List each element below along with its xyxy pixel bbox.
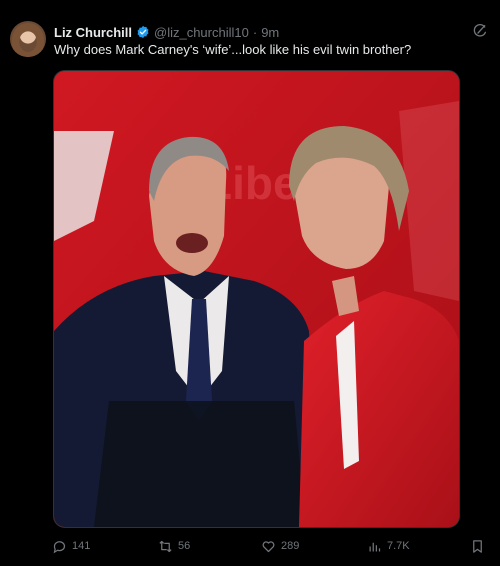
avatar-hair (12, 23, 44, 57)
post-header: Liz Churchill @liz_churchill10 · 9m (54, 23, 279, 41)
bookmark-icon (473, 539, 482, 553)
heart-icon (262, 540, 275, 552)
author-display-name[interactable]: Liz Churchill (54, 25, 132, 40)
post-container: Liz Churchill @liz_churchill10 · 9m Why … (0, 0, 500, 566)
repost-icon (159, 540, 172, 552)
view-count: 7.7K (387, 540, 410, 552)
like-count: 289 (281, 540, 300, 552)
like-button[interactable]: 289 (261, 536, 299, 556)
reply-button[interactable]: 141 (52, 536, 90, 556)
action-bar: 141 56 289 7.7K (50, 536, 490, 556)
views-button[interactable]: 7.7K (367, 536, 410, 556)
views-chart-icon (369, 542, 381, 551)
header-separator: · (252, 24, 258, 40)
photo-illustration: Libe (54, 71, 459, 527)
author-handle[interactable]: @liz_churchill10 (154, 25, 249, 40)
verified-badge-icon (137, 25, 149, 39)
repost-button[interactable]: 56 (158, 536, 190, 556)
bookmark-button[interactable] (470, 536, 485, 556)
post-timestamp[interactable]: 9m (261, 25, 279, 40)
author-avatar[interactable] (10, 21, 46, 57)
post-image[interactable]: Libe (53, 70, 460, 528)
grok-icon[interactable] (472, 23, 488, 39)
repost-count: 56 (178, 540, 191, 552)
reply-count: 141 (72, 540, 91, 552)
reply-icon (53, 540, 66, 553)
post-text: Why does Mark Carney's ‘wife’...look lik… (54, 42, 412, 57)
